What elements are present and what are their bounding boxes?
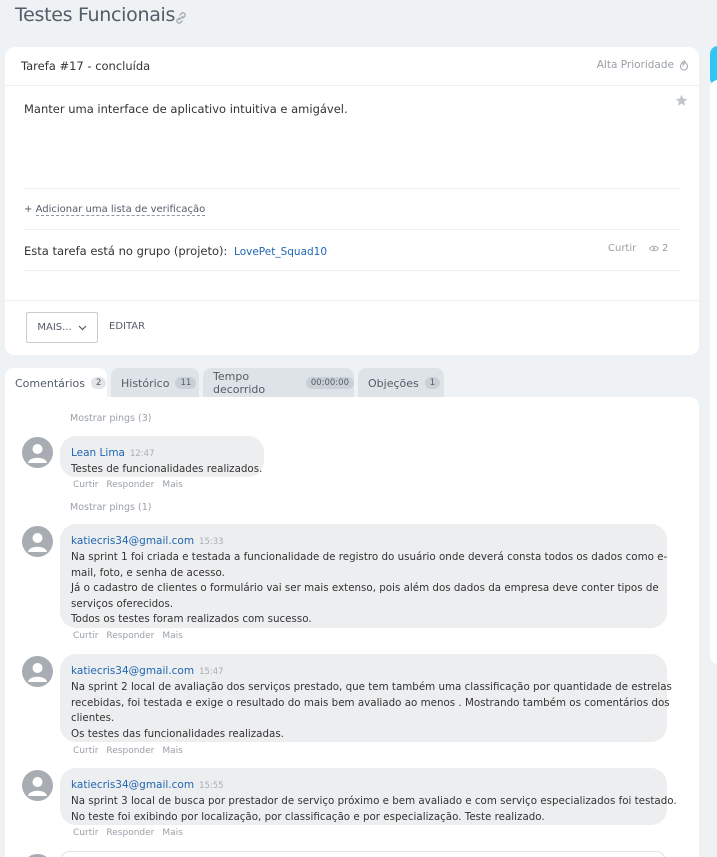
user-icon <box>28 444 47 463</box>
comment-author[interactable]: katiecris34@gmail.com <box>71 535 194 547</box>
comment-author[interactable]: Lean Lima <box>71 447 125 459</box>
add-checklist-link[interactable]: + Adicionar uma lista de verificação <box>24 204 206 216</box>
more-link[interactable]: Mais <box>162 480 182 490</box>
comment-time: 15:55 <box>199 781 224 791</box>
tab-label: Tempo decorrido <box>213 370 266 396</box>
user-icon <box>28 533 47 552</box>
edit-button[interactable]: EDITAR <box>109 321 145 332</box>
more-button[interactable]: MAIS... <box>26 312 98 343</box>
more-button-label: MAIS... <box>37 322 72 333</box>
views-count: 2 <box>662 243 669 254</box>
comment-text: Na sprint 3 local de busca por prestador… <box>71 794 677 825</box>
reply-button[interactable]: Responder <box>106 480 154 490</box>
avatar[interactable] <box>22 526 53 557</box>
comment-author[interactable]: katiecris34@gmail.com <box>71 665 194 677</box>
eye-icon <box>649 245 659 252</box>
reply-button[interactable]: Responder <box>106 828 154 838</box>
task-status-title: Tarefa #17 - concluída <box>21 59 151 73</box>
tab-count: 00:00:00 <box>305 377 354 389</box>
tab-label: Histórico <box>121 376 170 390</box>
tab-objections[interactable]: Objeções 1 <box>358 368 444 398</box>
comment-line: Todos os testes foram realizados com suc… <box>71 613 312 625</box>
link-icon[interactable] <box>174 11 188 25</box>
task-card: Tarefa #17 - concluída Alta Prioridade M… <box>5 47 699 355</box>
divider <box>24 270 680 271</box>
like-button[interactable]: Curtir <box>73 480 98 490</box>
more-link[interactable]: Mais <box>162 828 182 838</box>
chevron-down-icon <box>78 325 87 330</box>
tab-count: 11 <box>175 377 197 389</box>
comment-input[interactable] <box>60 851 666 857</box>
comment-bubble: katiecris34@gmail.com 15:47 Na sprint 2 l… <box>60 654 672 742</box>
comment-line: No teste foi exibindo por localização, p… <box>71 810 545 823</box>
show-pings-link[interactable]: Mostrar pings (1) <box>70 502 151 513</box>
comment-time: 15:47 <box>199 667 224 677</box>
reply-button[interactable]: Responder <box>106 746 154 756</box>
comment-bubble: Lean Lima 12:47 Testes de funcionalidades… <box>60 436 264 477</box>
flame-icon <box>679 59 689 71</box>
comment-text: Na sprint 1 foi criada e testada a funci… <box>71 550 668 628</box>
comment-actions: Curtir Responder Mais <box>73 746 183 756</box>
like-button[interactable]: Curtir <box>73 631 98 641</box>
like-button[interactable]: Curtir <box>73 828 98 838</box>
tab-history[interactable]: Histórico 11 <box>111 368 199 398</box>
comment-line: Na sprint 2 local de avaliação dos servi… <box>71 681 672 693</box>
task-description: Manter uma interface de aplicativo intui… <box>24 102 348 116</box>
user-icon <box>28 777 47 796</box>
side-panel-edge <box>710 80 717 664</box>
comment-line: clientes. <box>71 712 115 724</box>
divider <box>24 229 680 230</box>
show-pings-link[interactable]: Mostrar pings (3) <box>70 413 151 424</box>
divider <box>24 188 680 189</box>
comment-line: recebidas, foi testada e exige o resulta… <box>71 696 670 709</box>
comment-line: Já o cadastro de clientes o formulário v… <box>71 582 659 594</box>
comment-line: Na sprint 3 local de busca por prestador… <box>71 795 677 807</box>
comment-bubble: katiecris34@gmail.com 15:55 Na sprint 3 l… <box>60 768 677 825</box>
comment-actions: Curtir Responder Mais <box>73 828 183 838</box>
like-button[interactable]: Curtir <box>73 746 98 756</box>
priority-toggle[interactable]: Alta Prioridade <box>597 59 689 71</box>
comment-author[interactable]: katiecris34@gmail.com <box>71 779 194 791</box>
comment-actions: Curtir Responder Mais <box>73 631 183 641</box>
footer-divider <box>5 300 699 301</box>
star-icon[interactable] <box>675 94 688 107</box>
avatar[interactable] <box>22 656 53 687</box>
comment-time: 12:47 <box>129 449 155 459</box>
avatar[interactable] <box>22 770 53 801</box>
comment-line: serviços oferecidos. <box>71 597 174 610</box>
avatar[interactable] <box>22 437 53 468</box>
more-link[interactable]: Mais <box>162 746 182 756</box>
tab-count: 2 <box>90 377 107 389</box>
tab-count: 1 <box>424 377 441 389</box>
task-header: Tarefa #17 - concluída Alta Prioridade <box>5 47 699 86</box>
tab-label: Objeções <box>368 376 419 390</box>
checklist-link-label: Adicionar uma lista de verificação <box>35 204 206 216</box>
tab-label: Comentários <box>15 376 85 390</box>
comment-line: Testes de funcionalidades realizados. <box>71 463 263 475</box>
project-link[interactable]: LovePet_Squad10 <box>234 246 327 258</box>
task-group-line: Esta tarefa está no grupo (projeto): Lov… <box>24 244 327 258</box>
more-link[interactable]: Mais <box>162 631 182 641</box>
task-like-button[interactable]: Curtir <box>608 243 636 254</box>
group-text: Esta tarefa está no grupo (projeto): <box>24 244 228 258</box>
tab-elapsed-time[interactable]: Tempo decorrido 00:00:00 <box>203 368 354 398</box>
comment-line: mail, foto, e senha de acesso. <box>71 566 225 579</box>
checklist-plus: + <box>24 204 33 215</box>
views-counter: 2 <box>649 243 668 254</box>
comment-time: 15:33 <box>199 537 224 547</box>
comment-line: Os testes das funcionalidades realizadas… <box>71 727 284 740</box>
comment-text: Na sprint 2 local de avaliação dos servi… <box>71 680 672 742</box>
comment-line: Na sprint 1 foi criada e testada a funci… <box>71 551 668 563</box>
user-icon <box>28 663 47 682</box>
comment-actions: Curtir Responder Mais <box>73 480 183 490</box>
comment-text: Testes de funcionalidades realizados. <box>71 462 263 478</box>
priority-label: Alta Prioridade <box>596 59 674 71</box>
comment-bubble: katiecris34@gmail.com 15:33 Na sprint 1 f… <box>60 524 667 628</box>
reply-button[interactable]: Responder <box>106 631 154 641</box>
page-title: Testes Funcionais <box>15 4 176 26</box>
tab-comments[interactable]: Comentários 2 <box>5 368 107 398</box>
